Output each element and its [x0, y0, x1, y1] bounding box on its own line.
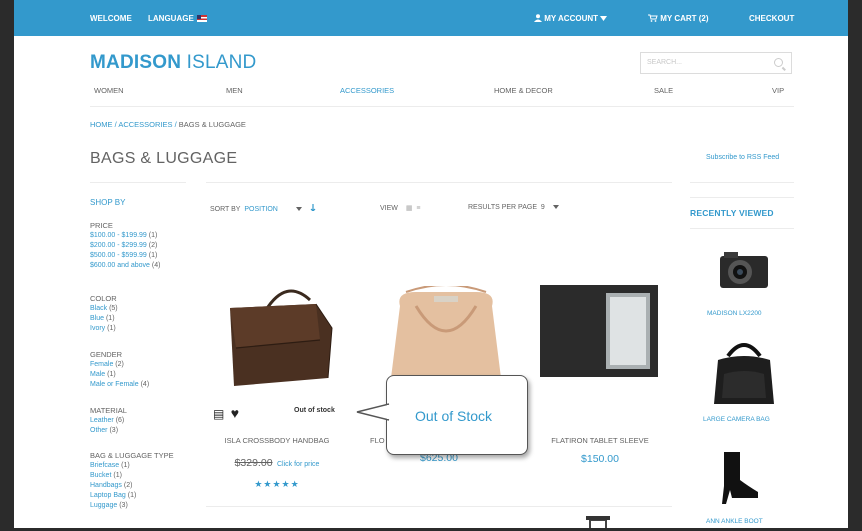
recent-item-ankle-boot[interactable]	[710, 450, 760, 504]
heart-icon[interactable]: ♥	[231, 405, 239, 421]
product-actions: ▤ ♥	[213, 405, 239, 423]
recent-item-name[interactable]: LARGE CAMERA BAG	[703, 416, 770, 423]
compare-icon[interactable]: ▤	[213, 407, 224, 421]
breadcrumb: HOME / ACCESSORIES / BAGS & LUGGAGE	[90, 120, 246, 129]
right-divider	[690, 182, 794, 183]
nav-item-sale[interactable]: SALE	[654, 86, 673, 95]
my-cart-link[interactable]: MY CART (2)	[648, 14, 709, 23]
recently-viewed-heading: RECENTLY VIEWED	[690, 208, 774, 218]
cart-icon	[648, 14, 658, 22]
user-icon	[534, 14, 542, 22]
my-account-link[interactable]: MY ACCOUNT	[534, 14, 608, 23]
filter-bag-type: BAG & LUGGAGE TYPE Briefcase (1) Bucket …	[90, 451, 174, 511]
top-header-bar: WELCOME LANGUAGE MY ACCOUNT MY CART (2) …	[14, 0, 848, 36]
nav-divider	[90, 106, 794, 107]
product-card[interactable]: ISLA CROSSBODY HANDBAG $329.00 Click for…	[206, 436, 348, 490]
recent-item-name[interactable]: ANN ANKLE BOOT	[706, 518, 763, 525]
product-name[interactable]: FLATIRON TABLET SLEEVE	[530, 436, 670, 445]
filter-option[interactable]: Female (2)	[90, 360, 149, 370]
shop-by-heading: SHOP BY	[90, 198, 126, 207]
filter-title: MATERIAL	[90, 406, 127, 415]
view-mode-control: VIEW ▦ ≡	[380, 205, 421, 212]
checkout-link[interactable]: CHECKOUT	[749, 14, 794, 23]
recent-divider	[690, 197, 794, 198]
rss-link[interactable]: Subscribe to RSS Feed	[706, 154, 779, 161]
filter-material: MATERIAL Leather (6) Other (3)	[90, 406, 127, 436]
filter-option[interactable]: Laptop Bag (1)	[90, 491, 174, 501]
recent-item-camera-bag[interactable]	[712, 334, 776, 408]
row-divider	[206, 506, 672, 507]
out-of-stock-label: Out of stock	[294, 407, 335, 414]
filter-title: COLOR	[90, 294, 117, 303]
filter-option[interactable]: $100.00 - $199.99 (1)	[90, 231, 160, 241]
recent-item-camera[interactable]	[718, 248, 770, 292]
recent-divider	[690, 228, 794, 229]
breadcrumb-current: BAGS & LUGGAGE	[178, 120, 246, 129]
product-old-price: $329.00	[234, 457, 273, 469]
filter-option[interactable]: Handbags (2)	[90, 481, 174, 491]
chevron-down-icon	[552, 205, 559, 209]
grid-view-icon[interactable]: ▦	[406, 205, 413, 212]
filter-gender: GENDER Female (2) Male (1) Male or Femal…	[90, 350, 149, 390]
callout-pointer	[356, 403, 391, 421]
filter-option[interactable]: $200.00 - $299.99 (2)	[90, 241, 160, 251]
filter-option[interactable]: $600.00 and above (4)	[90, 261, 160, 271]
filter-title: GENDER	[90, 350, 123, 359]
filter-price: PRICE $100.00 - $199.99 (1) $200.00 - $2…	[90, 221, 160, 271]
callout-text: Out of Stock	[415, 408, 493, 424]
chevron-down-icon	[295, 207, 302, 211]
filter-color: COLOR Black (5) Blue (1) Ivory (1)	[90, 294, 118, 334]
product-image-handbag[interactable]	[206, 278, 348, 398]
recent-item-name[interactable]: MADISON LX2200	[707, 310, 762, 317]
breadcrumb-accessories[interactable]: ACCESSORIES	[118, 120, 172, 129]
product-image-tote[interactable]	[376, 284, 516, 386]
breadcrumb-home[interactable]: HOME	[90, 120, 113, 129]
nav-item-accessories[interactable]: ACCESSORIES	[340, 86, 394, 95]
results-per-page-control[interactable]: RESULTS PER PAGE 9	[468, 204, 559, 211]
nav-item-vip[interactable]: VIP	[772, 86, 784, 95]
site-logo[interactable]: MADISON ISLAND	[90, 52, 256, 74]
flag-icon	[196, 15, 207, 22]
filter-option[interactable]: Bucket (1)	[90, 471, 174, 481]
filter-option[interactable]: Black (5)	[90, 304, 118, 314]
filter-option[interactable]: Male or Female (4)	[90, 380, 149, 390]
sort-direction-icon[interactable]	[310, 204, 316, 212]
search-icon[interactable]	[774, 58, 783, 67]
list-view-icon[interactable]: ≡	[416, 205, 420, 212]
filter-option[interactable]: Briefcase (1)	[90, 461, 174, 471]
product-image-tablet-sleeve[interactable]	[540, 283, 658, 379]
nav-item-home-decor[interactable]: HOME & DECOR	[494, 86, 553, 95]
chevron-down-icon	[600, 16, 608, 21]
filter-title: PRICE	[90, 221, 113, 230]
filter-title: BAG & LUGGAGE TYPE	[90, 451, 174, 460]
click-for-price-link[interactable]: Click for price	[277, 461, 319, 468]
filter-option[interactable]: $500.00 - $599.99 (1)	[90, 251, 160, 261]
filter-option[interactable]: Male (1)	[90, 370, 149, 380]
nav-item-women[interactable]: WOMEN	[94, 86, 124, 95]
product-card[interactable]: FLATIRON TABLET SLEEVE $150.00	[530, 436, 670, 465]
language-switcher[interactable]: LANGUAGE	[148, 14, 207, 23]
annotation-callout: Out of Stock	[386, 375, 528, 455]
filter-option[interactable]: Blue (1)	[90, 314, 118, 324]
search-input[interactable]: SEARCH...	[640, 52, 792, 74]
nav-item-men[interactable]: MEN	[226, 86, 243, 95]
content-divider	[206, 182, 672, 183]
page-title: BAGS & LUGGAGE	[90, 150, 238, 167]
product-name[interactable]: ISLA CROSSBODY HANDBAG	[206, 436, 348, 445]
rating-stars: ★★★★★	[254, 479, 300, 489]
main-navigation: WOMEN MEN ACCESSORIES HOME & DECOR SALE …	[14, 86, 848, 100]
welcome-text: WELCOME	[90, 14, 132, 23]
filter-option[interactable]: Other (3)	[90, 426, 127, 436]
filter-option[interactable]: Ivory (1)	[90, 324, 118, 334]
sidebar-divider	[90, 182, 186, 183]
sort-by-control[interactable]: SORT BY POSITION	[210, 204, 316, 213]
filter-option[interactable]: Luggage (3)	[90, 501, 174, 511]
filter-option[interactable]: Leather (6)	[90, 416, 127, 426]
product-price: $150.00	[581, 453, 619, 465]
